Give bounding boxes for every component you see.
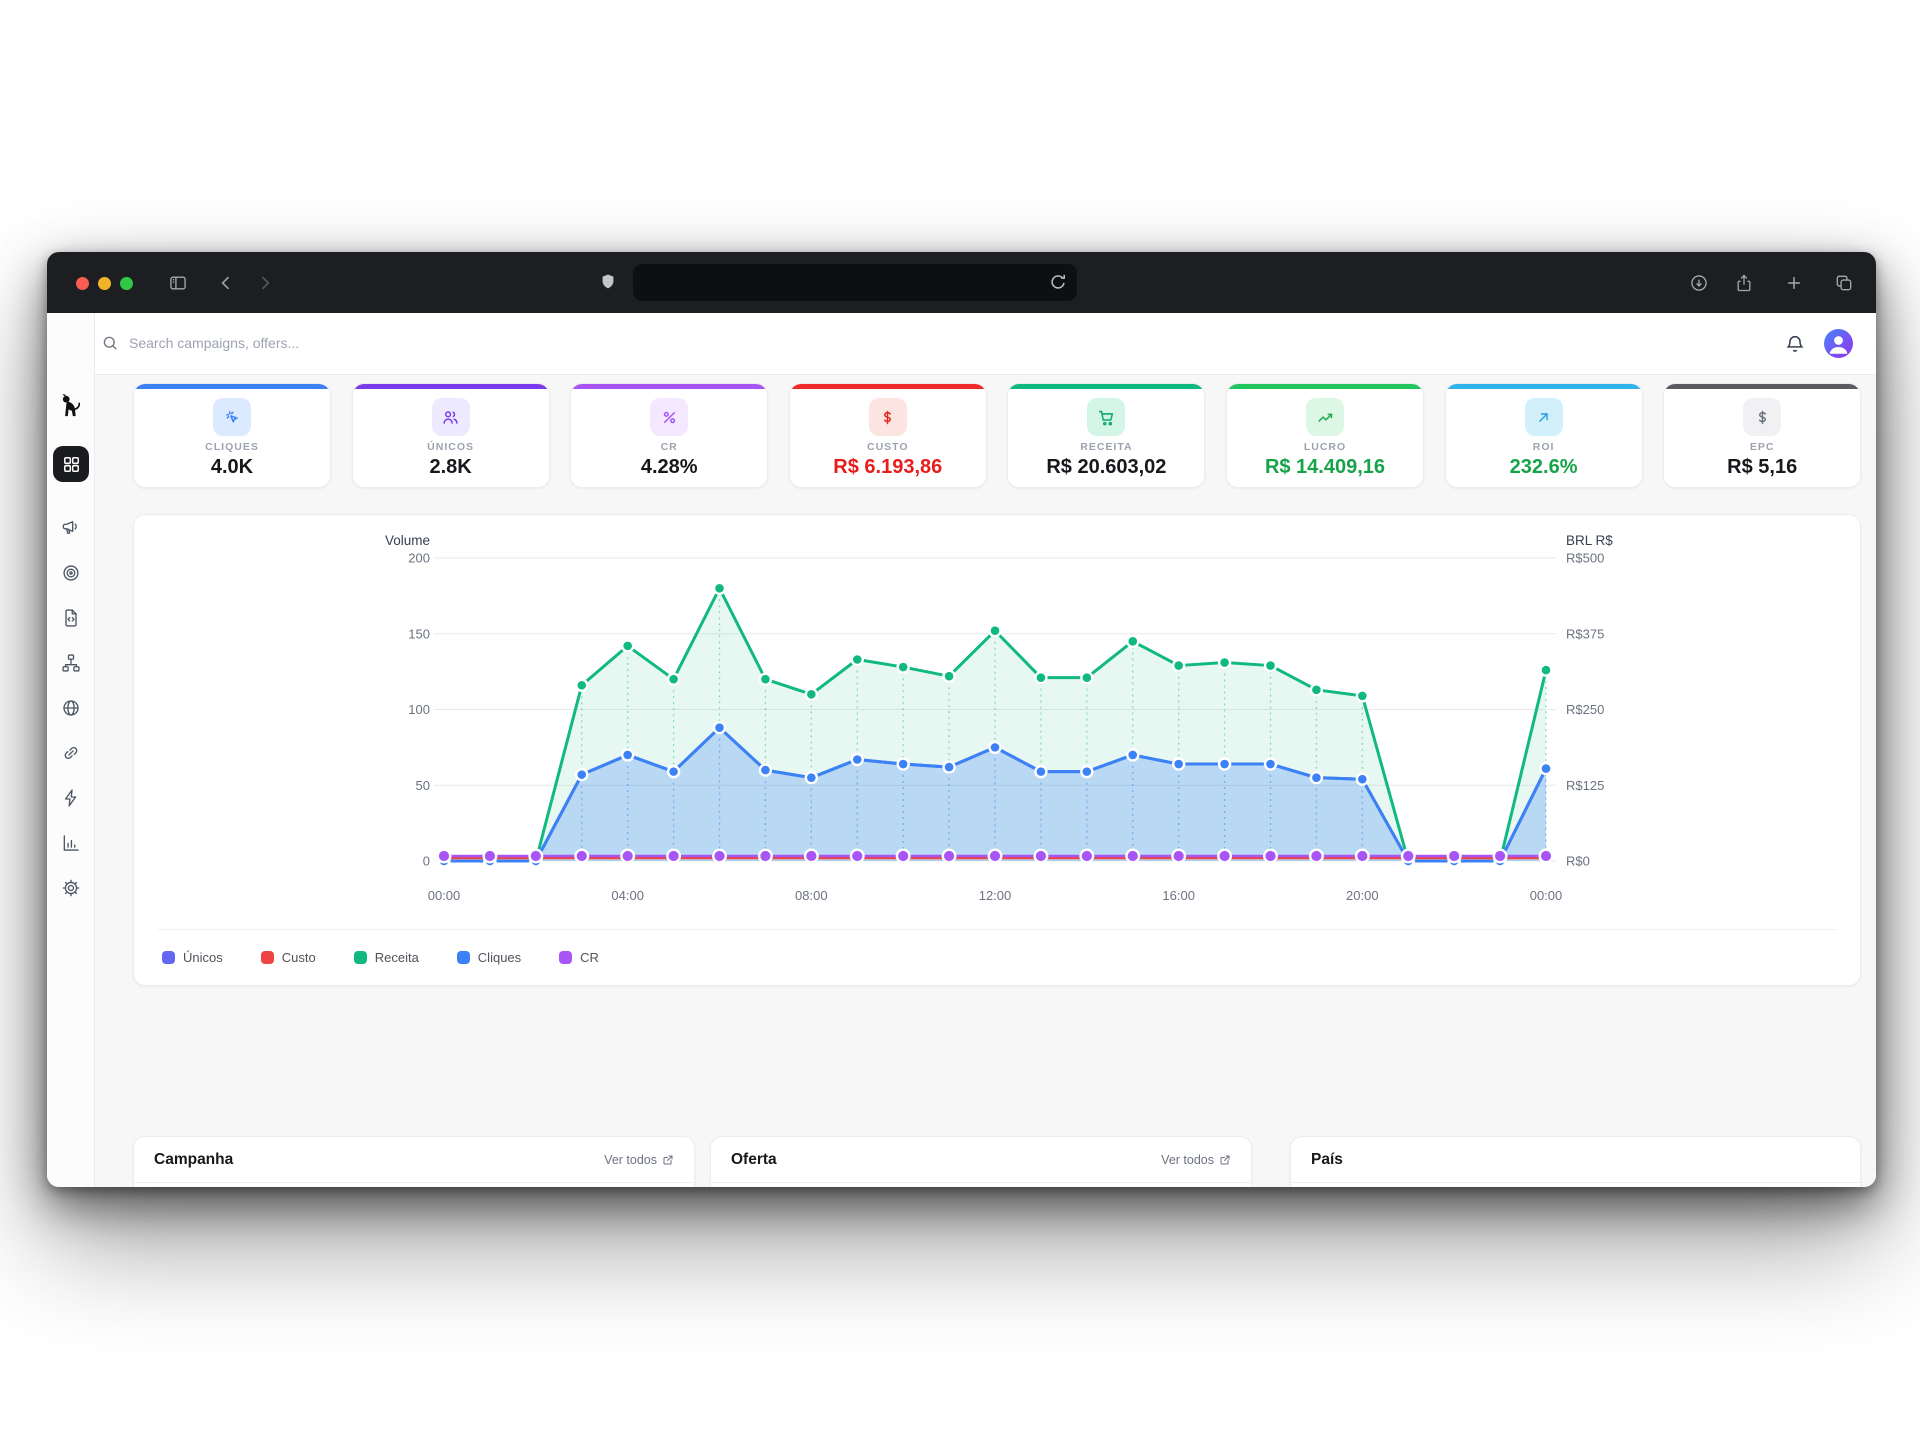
kpi-card-custo[interactable]: CUSTO R$ 6.193,86 [789,383,987,488]
kpi-value: R$ 20.603,02 [1008,456,1204,479]
browser-window: CLIQUES 4.0K ÚNICOS 2.8K CR 4.28% CUSTO R$ 6.19… [47,252,1876,1187]
kpi-card-receita[interactable]: RECEITA R$ 20.603,02 [1007,383,1205,488]
kpi-value: R$ 14.409,16 [1227,456,1423,479]
kpi-card-cliques[interactable]: CLIQUES 4.0K [133,383,331,488]
legend-item-custo[interactable]: Custo [261,950,316,965]
ver-todos-label: Ver todos [604,1153,657,1167]
kpi-label: EPC [1664,441,1860,453]
kpi-label: CLIQUES [134,441,330,453]
kpi-card-epc[interactable]: EPC R$ 5,16 [1663,383,1861,488]
ver-todos-link[interactable]: Ver todos [1161,1153,1231,1167]
ver-todos-label: Ver todos [1161,1153,1214,1167]
external-link-icon [1219,1154,1231,1166]
svg-text:20:00: 20:00 [1346,888,1379,903]
svg-text:100: 100 [408,702,430,717]
table-card-oferta: OfertaVer todosOFERTACLIQUESUC (CAMPANHA… [710,1136,1252,1187]
kpi-value: R$ 6.193,86 [790,456,986,479]
table-card-header: Oferta Ver todos [711,1137,1251,1183]
legend-item-únicos[interactable]: Únicos [162,950,223,965]
legend-label: Custo [282,950,316,965]
legend-swatch [261,951,274,964]
svg-text:R$250: R$250 [1566,702,1604,717]
kpi-accent-bar [1664,384,1860,389]
legend-label: Receita [375,950,419,965]
svg-text:08:00: 08:00 [795,888,828,903]
cursor-click-icon [213,398,251,436]
table-title: País [1311,1151,1343,1169]
svg-text:Volume: Volume [385,533,430,548]
kpi-label: ROI [1446,441,1642,453]
kpi-card-cr[interactable]: CR 4.28% [570,383,768,488]
svg-text:BRL R$: BRL R$ [1566,533,1613,548]
dashboard-content: CLIQUES 4.0K ÚNICOS 2.8K CR 4.28% CUSTO R$ 6.19… [95,375,1876,1187]
legend-label: Únicos [183,950,223,965]
legend-item-receita[interactable]: Receita [354,950,419,965]
svg-text:R$125: R$125 [1566,778,1604,793]
percent-icon [650,398,688,436]
kpi-accent-bar [353,384,549,389]
kpi-accent-bar [1446,384,1642,389]
svg-text:150: 150 [408,626,430,641]
legend-swatch [354,951,367,964]
ver-todos-link[interactable]: Ver todos [604,1153,674,1167]
table-card-header: País [1291,1137,1860,1183]
area-chart[interactable]: Volume 0 50 100 150 200 BRL R$ R$0 R$125 R$250 R$3… [134,515,1862,927]
svg-text:R$0: R$0 [1566,854,1590,869]
svg-text:00:00: 00:00 [428,888,461,903]
arrow-up-right-icon [1525,398,1563,436]
svg-text:200: 200 [408,551,430,566]
legend-item-cr[interactable]: CR [559,950,599,965]
svg-text:16:00: 16:00 [1162,888,1195,903]
dollar-icon [1743,398,1781,436]
legend-label: CR [580,950,599,965]
kpi-label: CR [571,441,767,453]
legend-swatch [162,951,175,964]
kpi-accent-bar [134,384,330,389]
table-card-header: Campanha Ver todos [134,1137,694,1183]
kpi-accent-bar [790,384,986,389]
svg-text:50: 50 [416,778,430,793]
kpi-card-lucro[interactable]: LUCRO R$ 14.409,16 [1226,383,1424,488]
kpi-accent-bar [571,384,767,389]
kpi-label: ÚNICOS [353,441,549,453]
svg-text:R$500: R$500 [1566,551,1604,566]
svg-text:12:00: 12:00 [979,888,1012,903]
svg-text:R$375: R$375 [1566,626,1604,641]
kpi-label: LUCRO [1227,441,1423,453]
legend-item-cliques[interactable]: Cliques [457,950,521,965]
external-link-icon [662,1154,674,1166]
kpi-value: 4.28% [571,456,767,479]
table-card-campanha: CampanhaVer todosCAMPANHACLIQUESUC (CAMP… [133,1136,695,1187]
kpi-accent-bar [1008,384,1204,389]
kpi-value: R$ 5,16 [1664,456,1860,479]
dollar-icon [869,398,907,436]
cart-icon [1087,398,1125,436]
legend-swatch [457,951,470,964]
kpi-value: 232.6% [1446,456,1642,479]
trending-up-icon [1306,398,1344,436]
kpi-label: RECEITA [1008,441,1204,453]
volume-chart-card: Volume 0 50 100 150 200 BRL R$ R$0 R$125 R$250 R$3… [133,514,1861,986]
svg-text:00:00: 00:00 [1530,888,1563,903]
table-title: Oferta [731,1151,777,1169]
kpi-label: CUSTO [790,441,986,453]
kpi-value: 2.8K [353,456,549,479]
chart-legend: Únicos Custo Receita Cliques CR [158,929,1836,985]
svg-text:04:00: 04:00 [611,888,644,903]
users-icon [432,398,470,436]
kpi-card-únicos[interactable]: ÚNICOS 2.8K [352,383,550,488]
kpi-value: 4.0K [134,456,330,479]
table-card-país: PaísPAÍSCLIQUESUC (CAMPANHA)CONV.CPCLEAD… [1290,1136,1861,1187]
svg-text:0: 0 [423,854,430,869]
kpi-accent-bar [1227,384,1423,389]
kpi-card-roi[interactable]: ROI 232.6% [1445,383,1643,488]
table-title: Campanha [154,1151,233,1169]
legend-swatch [559,951,572,964]
legend-label: Cliques [478,950,521,965]
